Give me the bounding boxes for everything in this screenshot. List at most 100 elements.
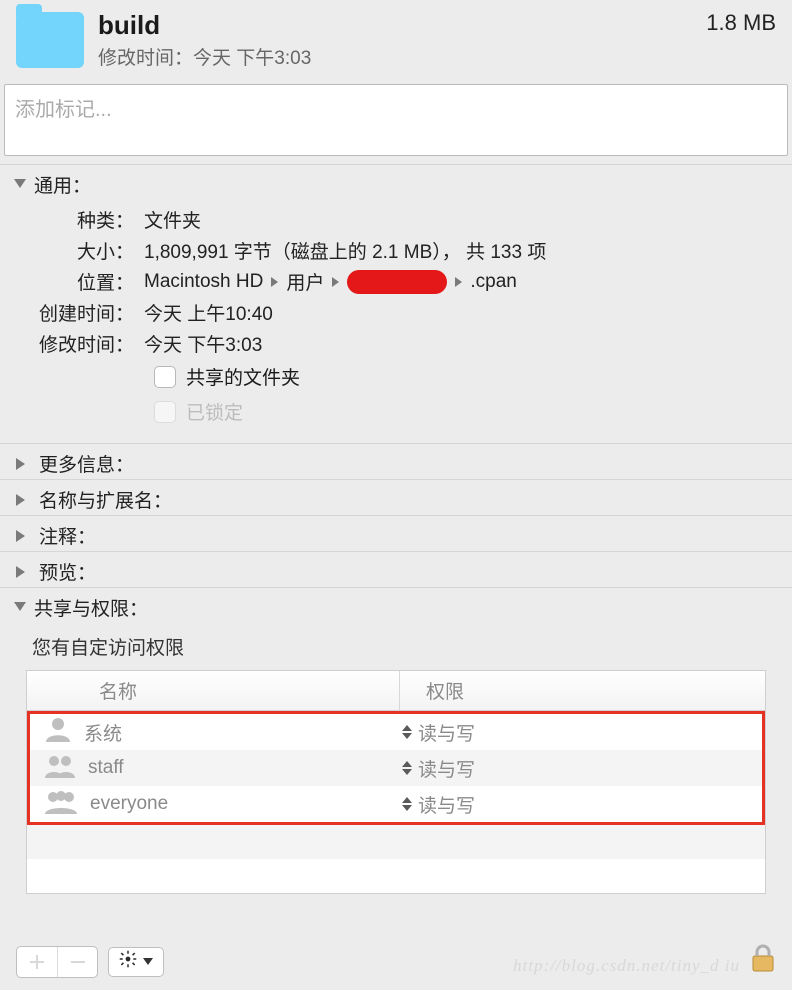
disclosure-triangle-icon: [16, 458, 31, 470]
perm-user-name: staff: [88, 757, 124, 779]
disclosure-triangle-icon: [16, 566, 31, 578]
perm-user-name: 系统: [84, 719, 122, 746]
perm-priv-cell[interactable]: 读与写: [400, 719, 762, 746]
modified-label: 修改时间：: [14, 330, 144, 357]
watermark: http://blog.csdn.net/tiny_d iu: [513, 956, 740, 976]
header-modified-value: 今天 下午3:03: [193, 48, 311, 69]
col-name-header[interactable]: 名称: [27, 671, 400, 710]
everyone-icon: [44, 788, 78, 820]
permissions-empty-rows: [27, 825, 765, 893]
section-preview-header[interactable]: 预览：: [14, 558, 778, 585]
section-name-ext-label: 名称与扩展名：: [39, 486, 172, 513]
section-name-ext: 名称与扩展名：: [0, 479, 792, 515]
permissions-table: 名称 权限 系统 读与写: [26, 670, 766, 894]
shared-folder-row[interactable]: 共享的文件夹: [154, 359, 778, 394]
perm-priv-cell[interactable]: 读与写: [400, 791, 762, 818]
locked-checkbox: [154, 401, 176, 423]
size-row: 大小：1,809,991 字节（磁盘上的 2.1 MB）， 共 133 项: [14, 235, 778, 266]
shared-folder-label: 共享的文件夹: [186, 363, 300, 390]
perm-row[interactable]: 系统 读与写: [30, 714, 762, 750]
section-comments-header[interactable]: 注释：: [14, 522, 778, 549]
section-comments-label: 注释：: [39, 522, 96, 549]
kind-label: 种类：: [14, 206, 144, 233]
disclosure-triangle-icon: [14, 179, 26, 194]
modified-row: 修改时间：今天 下午3:03: [14, 328, 778, 359]
header-text: build 修改时间：今天 下午3:03: [98, 10, 706, 70]
kind-value: 文件夹: [144, 206, 778, 233]
single-user-icon: [44, 716, 72, 748]
folder-icon: [16, 12, 84, 68]
section-more-info: 更多信息：: [0, 443, 792, 479]
stepper-icon: [402, 725, 412, 739]
tags-input[interactable]: 添加标记...: [4, 84, 788, 156]
modified-value: 今天 下午3:03: [144, 330, 778, 357]
perm-row-empty: [27, 859, 765, 893]
section-preview-label: 预览：: [39, 558, 96, 585]
sharing-body: 您有自定访问权限 名称 权限 系统 读与写: [14, 621, 778, 894]
chevron-right-icon: [332, 277, 339, 287]
disclosure-triangle-icon: [14, 602, 26, 617]
chevron-down-icon: [143, 958, 153, 965]
section-sharing: 共享与权限： 您有自定访问权限 名称 权限 系统 读与写: [0, 587, 792, 900]
section-more-info-header[interactable]: 更多信息：: [14, 450, 778, 477]
header-modified: 修改时间：今天 下午3:03: [98, 43, 706, 70]
disclosure-triangle-icon: [16, 530, 31, 542]
section-general-header[interactable]: 通用：: [14, 171, 778, 198]
item-title: build: [98, 10, 706, 41]
where-value: Macintosh HD 用户 .cpan: [144, 268, 778, 295]
size-value: 1,809,991 字节（磁盘上的 2.1 MB）， 共 133 项: [144, 237, 778, 264]
remove-button[interactable]: [57, 947, 97, 977]
created-label: 创建时间：: [14, 299, 144, 326]
path-seg-1: Macintosh HD: [144, 271, 263, 293]
header: build 修改时间：今天 下午3:03 1.8 MB: [0, 0, 792, 80]
perm-row[interactable]: everyone 读与写: [30, 786, 762, 822]
redacted-segment: [347, 270, 447, 294]
footer: http://blog.csdn.net/tiny_d iu: [0, 935, 792, 988]
lock-icon[interactable]: [750, 943, 776, 980]
where-label: 位置：: [14, 268, 144, 295]
chevron-right-icon: [271, 277, 278, 287]
shared-folder-checkbox[interactable]: [154, 366, 176, 388]
add-button[interactable]: [17, 947, 57, 977]
gear-icon: [119, 950, 137, 974]
where-row: 位置： Macintosh HD 用户 .cpan: [14, 266, 778, 297]
section-sharing-header[interactable]: 共享与权限：: [14, 594, 778, 621]
general-body: 种类：文件夹 大小：1,809,991 字节（磁盘上的 2.1 MB）， 共 1…: [14, 198, 778, 437]
stepper-icon: [402, 761, 412, 775]
perm-priv-value: 读与写: [418, 719, 475, 746]
stepper-icon: [402, 797, 412, 811]
permissions-rows-highlight: 系统 读与写 staff: [27, 711, 765, 825]
tags-placeholder: 添加标记...: [15, 99, 112, 121]
section-general: 通用： 种类：文件夹 大小：1,809,991 字节（磁盘上的 2.1 MB），…: [0, 164, 792, 443]
chevron-right-icon: [455, 277, 462, 287]
section-more-info-label: 更多信息：: [39, 450, 134, 477]
section-preview: 预览：: [0, 551, 792, 587]
locked-label: 已锁定: [186, 398, 243, 425]
perm-user-name: everyone: [90, 793, 168, 815]
section-sharing-label: 共享与权限：: [34, 594, 148, 621]
perm-priv-cell[interactable]: 读与写: [400, 755, 762, 782]
header-modified-label: 修改时间：: [98, 48, 193, 69]
group-icon: [44, 752, 76, 784]
perm-row-empty: [27, 825, 765, 859]
disclosure-triangle-icon: [16, 494, 31, 506]
section-name-ext-header[interactable]: 名称与扩展名：: [14, 486, 778, 513]
locked-row: 已锁定: [154, 394, 778, 429]
created-value: 今天 上午10:40: [144, 299, 778, 326]
col-priv-header[interactable]: 权限: [400, 671, 765, 710]
perm-priv-value: 读与写: [418, 791, 475, 818]
created-row: 创建时间：今天 上午10:40: [14, 297, 778, 328]
add-remove-group: [16, 946, 98, 978]
permissions-table-header: 名称 权限: [27, 671, 765, 711]
kind-row: 种类：文件夹: [14, 204, 778, 235]
perm-row[interactable]: staff 读与写: [30, 750, 762, 786]
path-seg-4: .cpan: [470, 271, 516, 293]
size-label: 大小：: [14, 237, 144, 264]
header-size: 1.8 MB: [706, 10, 776, 36]
custom-access-msg: 您有自定访问权限: [22, 627, 770, 670]
section-general-label: 通用：: [34, 171, 91, 198]
action-menu-button[interactable]: [108, 947, 164, 977]
section-comments: 注释：: [0, 515, 792, 551]
perm-priv-value: 读与写: [418, 755, 475, 782]
path-seg-2: 用户: [286, 268, 324, 295]
